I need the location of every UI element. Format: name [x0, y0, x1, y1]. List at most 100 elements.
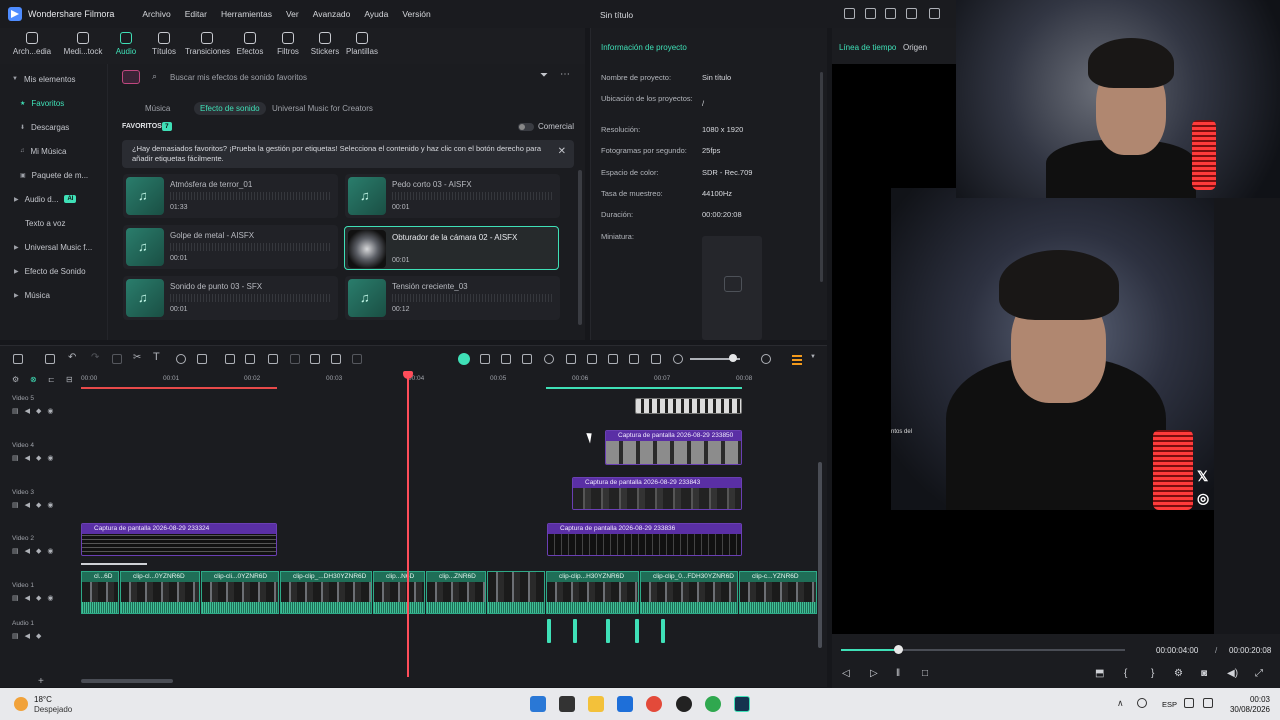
- stabilize-icon[interactable]: [310, 354, 320, 364]
- keyframe-icon[interactable]: [290, 354, 300, 364]
- audio-meter-icon[interactable]: [792, 353, 802, 365]
- pause-icon[interactable]: ‖: [896, 668, 900, 679]
- brace-right-icon[interactable]: }: [1151, 668, 1154, 679]
- speed-icon[interactable]: [245, 354, 255, 364]
- adjust-icon[interactable]: [225, 354, 235, 364]
- zoom-in-icon[interactable]: [761, 354, 771, 364]
- scissors-icon[interactable]: ✂: [133, 352, 141, 363]
- chevron-down-icon[interactable]: ▼: [810, 354, 816, 360]
- previous-frame-icon[interactable]: ◁: [842, 668, 850, 679]
- volume-tray-icon[interactable]: [1203, 698, 1213, 708]
- sound-card[interactable]: Golpe de metal - AISFX 00:01: [123, 225, 338, 269]
- add-track-icon[interactable]: +: [38, 676, 44, 687]
- menu-avanzado[interactable]: Avanzado: [313, 9, 351, 19]
- volume-icon[interactable]: ◀): [1227, 668, 1238, 679]
- tool-transitions[interactable]: Transiciones: [185, 30, 230, 56]
- track-settings-icon[interactable]: ⚙: [12, 375, 19, 384]
- layout-icon[interactable]: [13, 354, 23, 364]
- sound-card[interactable]: Sonido de punto 03 - SFX 00:01: [123, 276, 338, 320]
- track-controls-icon[interactable]: ▤◀◆◉: [12, 454, 60, 462]
- tab-timeline-preview[interactable]: Línea de tiempo: [839, 43, 896, 52]
- track-controls-icon[interactable]: ▤◀◆◉: [12, 407, 60, 415]
- clock-date[interactable]: 30/08/2026: [1226, 705, 1270, 714]
- settings-icon[interactable]: ⚙: [1174, 668, 1183, 679]
- main-clip[interactable]: clip-cl...0YZNR6D: [120, 571, 200, 614]
- mark-in-icon[interactable]: ⬒: [1095, 668, 1104, 679]
- audio-clip[interactable]: [606, 619, 610, 643]
- chrome-icon[interactable]: [646, 696, 662, 712]
- play-icon[interactable]: ▷: [870, 668, 878, 679]
- menu-editar[interactable]: Editar: [185, 9, 207, 19]
- info-scrollbar[interactable]: [820, 72, 823, 282]
- main-clip[interactable]: clip-clip...H30YZNR6D: [546, 571, 639, 614]
- more-options-icon[interactable]: ⋯: [560, 69, 570, 80]
- sound-card-selected[interactable]: Obturador de la cámara 02 - AISFX 00:01: [344, 226, 559, 270]
- ai-tool-icon[interactable]: [331, 354, 341, 364]
- tool-import-media[interactable]: Arch...edia: [10, 30, 54, 56]
- network-icon[interactable]: [1184, 698, 1194, 708]
- thumbnail-placeholder[interactable]: [702, 236, 762, 340]
- timeline-horizontal-scrollbar[interactable]: [81, 679, 173, 683]
- snapshot-icon[interactable]: [629, 354, 639, 364]
- sidebar-item-ai-audio[interactable]: ▶ Audio d... AI: [0, 188, 108, 210]
- main-clip[interactable]: clip...ZNR6D: [426, 571, 486, 614]
- audio-clip[interactable]: [573, 619, 577, 643]
- audio-clip[interactable]: [547, 619, 551, 643]
- track-controls-icon[interactable]: ▤◀◆: [12, 632, 47, 640]
- sound-card[interactable]: Atmósfera de terror_01 01:33: [123, 174, 338, 218]
- sound-card[interactable]: Pedo corto 03 - AISFX 00:01: [345, 174, 560, 218]
- color-match-icon[interactable]: [352, 354, 362, 364]
- search-input[interactable]: Buscar mis efectos de sonido favoritos: [170, 73, 307, 82]
- timeline-vertical-scrollbar[interactable]: [818, 462, 822, 648]
- zoom-knob[interactable]: [729, 354, 737, 362]
- track-controls-icon[interactable]: ▤◀◆◉: [12, 594, 60, 602]
- task-view-icon[interactable]: [559, 696, 575, 712]
- clip-video5[interactable]: [635, 398, 742, 414]
- cloud-icon[interactable]: [885, 8, 896, 19]
- commercial-toggle[interactable]: [518, 123, 534, 131]
- snapshot-icon[interactable]: ◙: [1201, 668, 1207, 679]
- tool-templates[interactable]: Plantillas: [340, 30, 384, 56]
- main-clip[interactable]: clip-cli...0YZNR6D: [201, 571, 279, 614]
- zoom-out-icon[interactable]: [673, 354, 683, 364]
- progress-knob[interactable]: [893, 645, 903, 654]
- track-controls-icon[interactable]: ▤◀◆◉: [12, 547, 60, 555]
- track-controls-icon[interactable]: ▤◀◆◉: [12, 501, 60, 509]
- main-clip[interactable]: clip...N6D: [373, 571, 425, 614]
- audio-clip[interactable]: [661, 619, 665, 643]
- sidebar-item-sound-effects[interactable]: ▶ Efecto de Sonido: [0, 260, 108, 282]
- split-icon[interactable]: ⊟: [66, 375, 73, 384]
- sidebar-item-music[interactable]: ▶ Música: [0, 284, 108, 306]
- sidebar-item-text-to-speech[interactable]: Texto a voz: [0, 212, 108, 234]
- marker-icon[interactable]: [501, 354, 511, 364]
- file-explorer-icon[interactable]: [588, 696, 604, 712]
- sidebar-item-favorites[interactable]: ★ Favoritos: [0, 92, 108, 114]
- auto-ripple-icon[interactable]: [544, 354, 554, 364]
- sidebar-item-my-elements[interactable]: ▼ Mis elementos: [0, 68, 108, 90]
- sidebar-item-downloads[interactable]: ⬇ Descargas: [0, 116, 108, 138]
- audio-clip[interactable]: [635, 619, 639, 643]
- magnet-icon[interactable]: ⊏: [48, 375, 55, 384]
- send-icon[interactable]: [865, 8, 876, 19]
- record-icon[interactable]: [522, 354, 532, 364]
- crop-icon[interactable]: [176, 354, 186, 364]
- undo-icon[interactable]: ↶: [68, 352, 76, 363]
- microphone-icon[interactable]: [587, 354, 597, 364]
- chrome-profile-icon[interactable]: [705, 696, 721, 712]
- mask-icon[interactable]: [268, 354, 278, 364]
- close-icon[interactable]: ✕: [558, 147, 566, 157]
- menu-version[interactable]: Versión: [402, 9, 430, 19]
- support-icon[interactable]: [906, 8, 917, 19]
- select-tool-icon[interactable]: [45, 354, 55, 364]
- tab-source-preview[interactable]: Origen: [903, 43, 927, 52]
- text-tool-icon[interactable]: T: [153, 351, 160, 363]
- main-clip[interactable]: [487, 571, 545, 614]
- tool-titles[interactable]: Títulos: [142, 30, 186, 56]
- tab-music[interactable]: Música: [145, 104, 170, 113]
- menu-herramientas[interactable]: Herramientas: [221, 9, 272, 19]
- audio-mixer-icon[interactable]: [608, 354, 618, 364]
- store-icon[interactable]: [617, 696, 633, 712]
- sidebar-item-my-music[interactable]: ♫ Mi Música: [0, 140, 108, 162]
- filter-icon[interactable]: ⏷: [540, 70, 548, 81]
- ai-copilot-icon[interactable]: [458, 353, 470, 365]
